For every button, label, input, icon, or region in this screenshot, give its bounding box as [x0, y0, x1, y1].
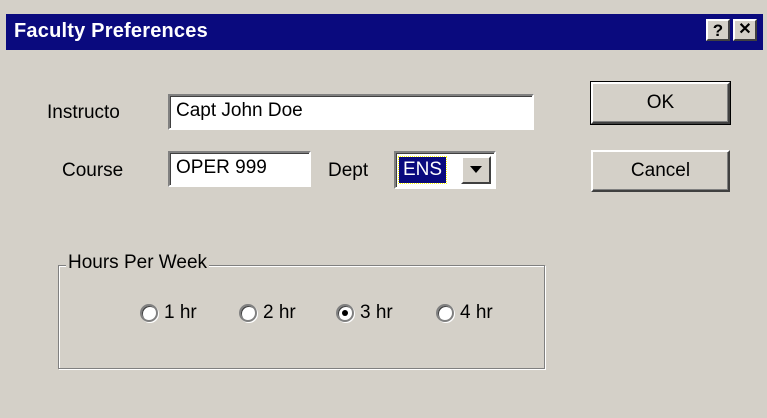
close-button[interactable]: ✕ [733, 19, 757, 41]
window-title: Faculty Preferences [14, 20, 208, 42]
faculty-preferences-dialog: Faculty Preferences ? ✕ Instructo Capt J… [0, 0, 767, 418]
radio-2hr-label: 2 hr [263, 302, 296, 323]
radio-1hr-label: 1 hr [164, 302, 197, 323]
hours-per-week-title: Hours Per Week [66, 252, 210, 274]
dept-selected-value: ENS [397, 156, 448, 184]
cancel-button-label: Cancel [630, 160, 691, 181]
chevron-down-icon [470, 166, 482, 173]
close-icon: ✕ [738, 21, 752, 38]
cancel-button[interactable]: Cancel [591, 150, 730, 192]
dept-label: Dept [328, 160, 369, 181]
radio-3hr-label: 3 hr [360, 302, 393, 323]
radio-2hr[interactable]: 2 hr [239, 302, 296, 324]
radio-circle-icon [140, 304, 158, 322]
radio-dot-icon [342, 310, 348, 316]
help-button[interactable]: ? [706, 19, 730, 41]
radio-circle-icon [239, 304, 257, 322]
radio-4hr[interactable]: 4 hr [436, 302, 493, 324]
dept-select[interactable]: ENS [394, 151, 496, 189]
radio-circle-checked-icon [336, 304, 354, 322]
ok-button[interactable]: OK [590, 81, 731, 125]
instructor-input[interactable]: Capt John Doe [168, 94, 534, 130]
radio-3hr[interactable]: 3 hr [336, 302, 393, 324]
help-icon: ? [712, 20, 724, 40]
title-bar[interactable]: Faculty Preferences ? ✕ [6, 14, 763, 50]
course-input[interactable]: OPER 999 [168, 151, 311, 187]
radio-1hr[interactable]: 1 hr [140, 302, 197, 324]
ok-button-label: OK [646, 92, 675, 113]
radio-circle-icon [436, 304, 454, 322]
instructor-label: Instructo [47, 102, 120, 123]
radio-4hr-label: 4 hr [460, 302, 493, 323]
dept-dropdown-button[interactable] [461, 156, 491, 184]
course-label: Course [62, 160, 124, 181]
